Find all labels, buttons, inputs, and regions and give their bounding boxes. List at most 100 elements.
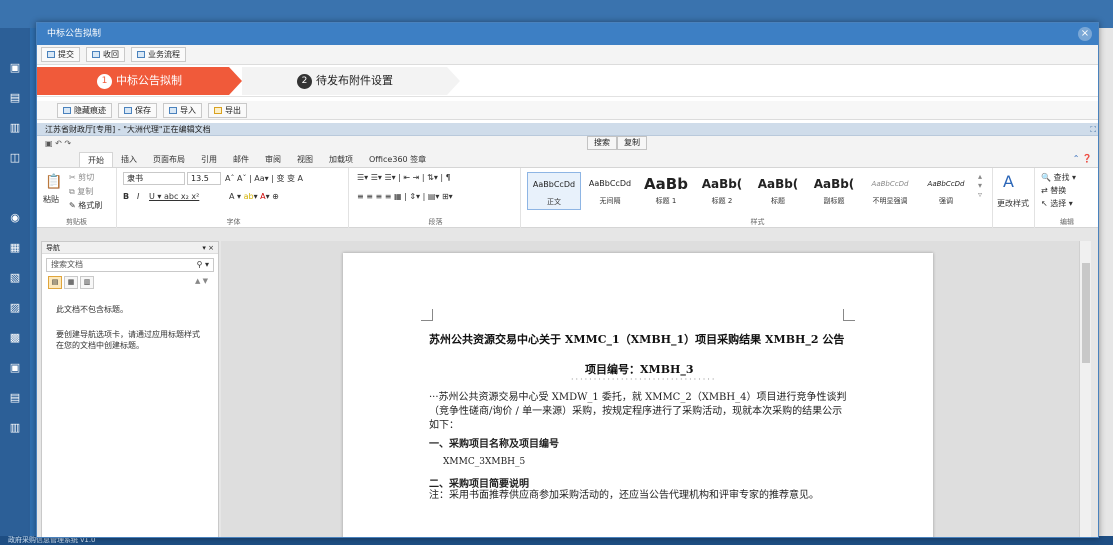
sidebar-icon[interactable]: ▧ (4, 268, 26, 288)
tab-review[interactable]: 审阅 (257, 152, 289, 167)
expand-icon[interactable]: ⛶ (1090, 123, 1096, 136)
withdraw-icon (92, 51, 100, 58)
underline-button[interactable]: U ▾ abc x₂ x² (149, 192, 199, 201)
tab-home[interactable]: 开始 (79, 152, 113, 167)
format-painter-button[interactable]: ✎ 格式刷 (69, 200, 102, 211)
tab-insert[interactable]: 插入 (113, 152, 145, 167)
style-no-spacing[interactable]: AaBbCcDd 无间隔 (583, 172, 637, 210)
word-editor: 江苏省财政厅[专用] - "大洲代理"正在编辑文档 ⛶ 搜索 复制 ▣ ↶ ↷ … (37, 123, 1098, 537)
tab-view[interactable]: 视图 (289, 152, 321, 167)
style-heading-1[interactable]: AaBb 标题 1 (639, 172, 693, 210)
clipboard-group: 📋 粘贴 ✂ 剪切 ⧉ 复制 ✎ 格式刷 剪贴板 (37, 168, 117, 228)
nav-tab-pages[interactable]: ▦ (64, 276, 78, 289)
paste-icon[interactable]: 📋 (45, 174, 62, 190)
hide-revisions-button[interactable]: 隐藏痕迹 (57, 103, 112, 118)
sidebar-icon[interactable]: ▤ (4, 388, 26, 408)
search-icon[interactable]: ⚲ ▾ (197, 259, 209, 271)
save-icon[interactable]: ▣ (45, 139, 53, 148)
sidebar-icon[interactable]: ▦ (4, 238, 26, 258)
document-page[interactable]: 苏州公共资源交易中心关于 XMMC_1（XMBH_1）项目采购结果 XMBH_2… (343, 253, 933, 537)
style-subtitle[interactable]: AaBb(副标题 (807, 172, 861, 210)
change-style-group: A 更改样式 (995, 168, 1035, 228)
sidebar-icon[interactable]: ▨ (4, 298, 26, 318)
nav-search-input[interactable]: 搜索文档 ⚲ ▾ (46, 258, 214, 272)
word-title: 江苏省财政厅[专用] - "大洲代理"正在编辑文档 (45, 125, 211, 134)
import-button[interactable]: 导入 (163, 103, 202, 118)
font-size-buttons[interactable]: Aˆ Aˇ | Aa▾ | 变 变 A (225, 173, 303, 184)
nav-close-icon[interactable]: ▾ × (202, 242, 214, 254)
submit-button[interactable]: 提交 (41, 47, 80, 62)
step-indicator: 1 中标公告拟制 2 待发布附件设置 (37, 65, 1098, 97)
tab-signature[interactable]: Office360 签章 (361, 152, 434, 167)
styles-label: 样式 (750, 218, 765, 226)
word-copy-button[interactable]: 复制 (617, 136, 647, 150)
find-button[interactable]: 🔍 查找 ▾ (1041, 172, 1076, 183)
save-icon (124, 107, 132, 114)
step-attachments[interactable]: 2 待发布附件设置 (242, 67, 460, 95)
redo-icon[interactable]: ↷ (64, 139, 71, 148)
sidebar-icon[interactable]: ▣ (4, 358, 26, 378)
tab-page-layout[interactable]: 页面布局 (145, 152, 193, 167)
withdraw-button[interactable]: 收回 (86, 47, 125, 62)
sidebar-icon[interactable]: ▥ (4, 418, 26, 438)
app-right-strip (1099, 28, 1113, 537)
clipboard-label: 剪贴板 (66, 218, 87, 226)
dialog-toolbar: 提交 收回 业务流程 (37, 45, 1098, 65)
help-icon[interactable]: ⌃ ❓ (1073, 154, 1092, 163)
select-button[interactable]: ↖ 选择 ▾ (1041, 198, 1073, 209)
sidebar-icon[interactable]: ◫ (4, 148, 26, 168)
replace-button[interactable]: ⇄ 替换 (1041, 185, 1066, 196)
nav-tab-headings[interactable]: ▤ (48, 276, 62, 289)
nav-arrows-icon[interactable]: ▲ ▼ (195, 277, 208, 285)
save-button[interactable]: 保存 (118, 103, 157, 118)
workflow-button[interactable]: 业务流程 (131, 47, 186, 62)
sidebar-icon[interactable]: ▩ (4, 328, 26, 348)
sidebar-icon[interactable]: ◉ (4, 208, 26, 228)
align-buttons[interactable]: ≡ ≡ ≡ ≡ ▦ | ⇕▾ | ▤▾ ⊞▾ (357, 192, 453, 201)
tab-addins[interactable]: 加载项 (321, 152, 361, 167)
word-search-button[interactable]: 搜索 (587, 136, 617, 150)
workflow-icon (137, 51, 145, 58)
italic-button[interactable]: I (137, 192, 139, 201)
step-number: 2 (297, 74, 312, 89)
paste-button[interactable]: 粘贴 (43, 194, 59, 205)
copy-button[interactable]: ⧉ 复制 (69, 186, 93, 197)
paragraph-label: 段落 (428, 218, 443, 226)
document-area: 苏州公共资源交易中心关于 XMMC_1（XMBH_1）项目采购结果 XMBH_2… (221, 241, 1091, 537)
import-icon (169, 107, 177, 114)
style-title[interactable]: AaBb(标题 (751, 172, 805, 210)
undo-icon[interactable]: ↶ (55, 139, 62, 148)
font-group: 隶书 13.5 Aˆ Aˇ | Aa▾ | 变 变 A B I U ▾ abc … (119, 168, 349, 228)
sidebar-icon[interactable]: ▤ (4, 88, 26, 108)
nav-tab-results[interactable]: ▥ (80, 276, 94, 289)
announcement-dialog: 中标公告拟制 × 提交 收回 业务流程 1 中标公告拟制 2 待发布附件设置 隐藏痕… (36, 22, 1099, 538)
styles-scroll-icon[interactable]: ▴ ▾ ▿ (978, 172, 982, 199)
style-heading-2[interactable]: AaBb(标题 2 (695, 172, 749, 210)
font-size-select[interactable]: 13.5 (187, 172, 221, 185)
export-button[interactable]: 导出 (208, 103, 247, 118)
margin-mark (843, 309, 855, 321)
vertical-scrollbar[interactable] (1079, 241, 1091, 537)
style-emphasis[interactable]: AaBbCcDd 强调 (919, 172, 973, 210)
doc-note: 注：采用书面推荐供应商参加采购活动的，还应当公告代理机构和评审专家的推荐意见。 (429, 490, 819, 501)
style-subtle-emphasis[interactable]: AaBbCcDd 不明显强调 (863, 172, 917, 210)
change-style-icon[interactable]: A (1003, 172, 1014, 191)
font-name-select[interactable]: 隶书 (123, 172, 185, 185)
editor-toolbar: 隐藏痕迹 保存 导入 导出 (37, 101, 1098, 120)
sidebar-icon[interactable]: ▣ (4, 58, 26, 78)
change-style-button[interactable]: 更改样式 (997, 198, 1029, 209)
step-draft[interactable]: 1 中标公告拟制 (37, 67, 242, 95)
scrollbar-thumb[interactable] (1082, 263, 1090, 363)
navigation-pane: 导航 ▾ × 搜索文档 ⚲ ▾ ▤ ▦ ▥ ▲ ▼ 此文档不包含标题。 要创建导… (41, 241, 219, 537)
sidebar-icon[interactable]: ▥ (4, 118, 26, 138)
margin-mark (421, 309, 433, 321)
bold-button[interactable]: B (123, 192, 129, 201)
doc-paragraph: ···苏州公共资源交易中心受 XMDW_1 委托，就 XMMC_2（XMBH_4… (429, 392, 847, 431)
style-normal[interactable]: AaBbCcDd 正文 (527, 172, 581, 210)
tab-references[interactable]: 引用 (193, 152, 225, 167)
close-icon[interactable]: × (1078, 27, 1092, 41)
list-buttons[interactable]: ☰▾ ☰▾ ☰▾ | ⇤ ⇥ | ⇅▾ | ¶ (357, 173, 451, 182)
tab-mailings[interactable]: 邮件 (225, 152, 257, 167)
font-color-buttons[interactable]: A ▾ ab▾ A▾ ⊕ (229, 192, 279, 201)
cut-button[interactable]: ✂ 剪切 (69, 172, 94, 183)
